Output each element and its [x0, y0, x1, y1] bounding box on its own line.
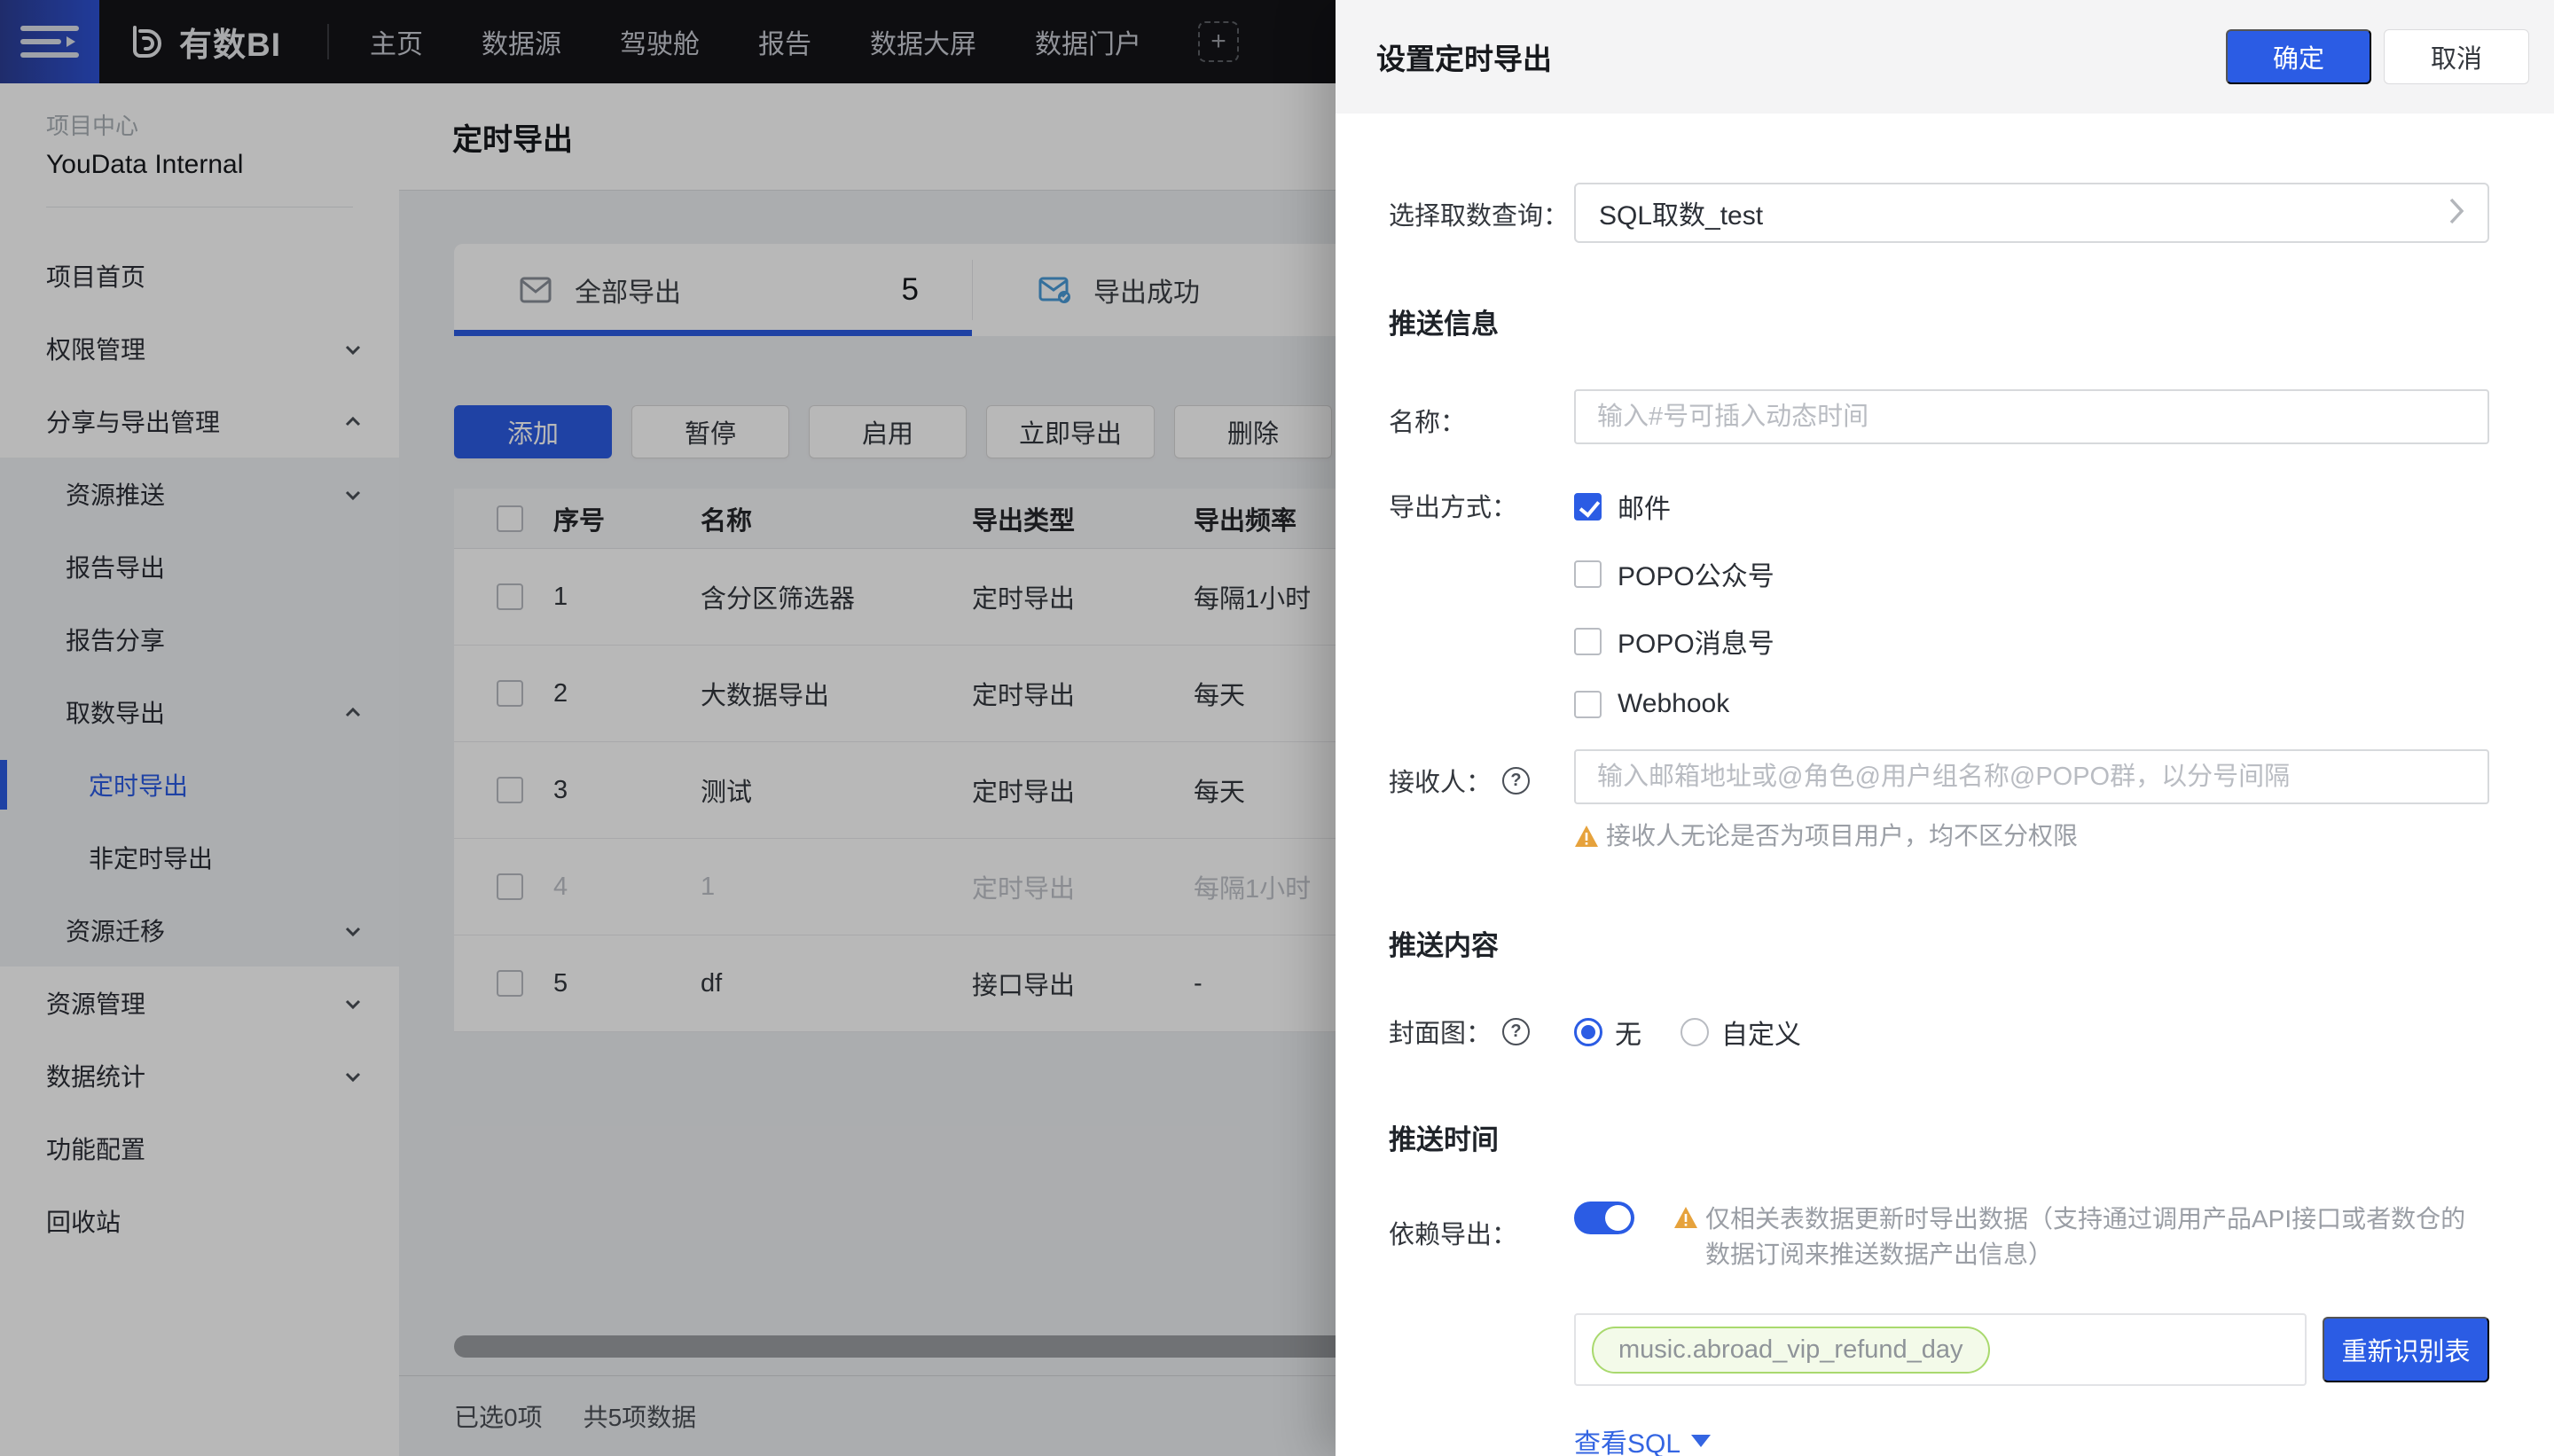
recipient-warning: 接收人无论是否为项目用户，均不区分权限: [1389, 818, 2489, 854]
dependency-row: 依赖导出： 仅相关表数据更新时导出数据（支持通过调用产品API接口或者数仓的数据…: [1389, 1202, 2489, 1272]
cancel-button[interactable]: 取消: [2384, 29, 2529, 84]
drawer-title: 设置定时导出: [1376, 35, 1552, 78]
name-label: 名称：: [1389, 389, 1574, 439]
checkbox-icon[interactable]: [1574, 560, 1602, 588]
checkbox-checked-icon[interactable]: [1574, 493, 1602, 521]
drawer-header: 设置定时导出 确定 取消: [1336, 0, 2554, 114]
chevron-right-icon: [2447, 196, 2466, 231]
recipient-row: 接收人： ?: [1389, 749, 2489, 804]
help-icon[interactable]: ?: [1502, 1018, 1530, 1045]
section-push-content: 推送内容: [1389, 923, 2489, 963]
help-icon[interactable]: ?: [1502, 767, 1530, 795]
confirm-button[interactable]: 确定: [2226, 29, 2371, 84]
dependency-toggle-on[interactable]: [1574, 1202, 1634, 1234]
name-input[interactable]: [1574, 389, 2489, 444]
radio-icon[interactable]: [1680, 1018, 1709, 1046]
section-push-info: 推送信息: [1389, 301, 2489, 341]
dependency-warning: 仅相关表数据更新时导出数据（支持通过调用产品API接口或者数仓的数据订阅来推送数…: [1673, 1202, 2489, 1272]
warning-icon: [1673, 1206, 1698, 1229]
triangle-down-icon: [1691, 1435, 1711, 1447]
radio-selected-icon[interactable]: [1574, 1018, 1602, 1046]
identified-tables-row: music.abroad_vip_refund_day 重新识别表: [1389, 1313, 2489, 1386]
identified-tables-field[interactable]: music.abroad_vip_refund_day: [1574, 1313, 2307, 1386]
view-sql-link[interactable]: 查看SQL: [1389, 1421, 2489, 1456]
method-email[interactable]: 邮件: [1574, 487, 2489, 526]
export-method-label: 导出方式：: [1389, 487, 1574, 524]
warning-icon: [1574, 825, 1599, 848]
query-select-value: SQL取数_test: [1599, 193, 1763, 232]
cover-option-none[interactable]: 无: [1574, 1013, 1641, 1052]
table-tag: music.abroad_vip_refund_day: [1592, 1327, 1990, 1374]
query-select[interactable]: SQL取数_test: [1574, 183, 2489, 243]
method-popo-message[interactable]: POPO消息号: [1574, 622, 2489, 661]
checkbox-icon[interactable]: [1574, 628, 1602, 655]
query-select-label: 选择取数查询：: [1389, 183, 1574, 232]
method-webhook[interactable]: Webhook: [1574, 689, 2489, 719]
section-push-time: 推送时间: [1389, 1117, 2489, 1157]
recipient-input[interactable]: [1574, 749, 2489, 804]
recipient-label: 接收人： ?: [1389, 749, 1574, 799]
dependency-label: 依赖导出：: [1389, 1202, 1574, 1251]
method-popo-public[interactable]: POPO公众号: [1574, 554, 2489, 593]
name-row: 名称：: [1389, 389, 2489, 444]
export-method-row: 导出方式： 邮件 POPO公众号 POPO消息号: [1389, 487, 2489, 719]
cover-row: 封面图： ? 无 自定义: [1389, 1013, 2489, 1052]
cover-option-custom[interactable]: 自定义: [1680, 1013, 1801, 1052]
query-select-row: 选择取数查询： SQL取数_test: [1389, 183, 2489, 243]
checkbox-icon[interactable]: [1574, 691, 1602, 718]
reidentify-tables-button[interactable]: 重新识别表: [2323, 1317, 2489, 1382]
cover-label: 封面图： ?: [1389, 1013, 1574, 1050]
app-root: 有数BI 主页 数据源 驾驶舱 报告 数据大屏 数据门户 + 项目中心 YouD…: [0, 0, 2554, 1456]
scheduled-export-drawer: 设置定时导出 确定 取消 选择取数查询： SQL取数_test 推送信息: [1336, 0, 2554, 1456]
